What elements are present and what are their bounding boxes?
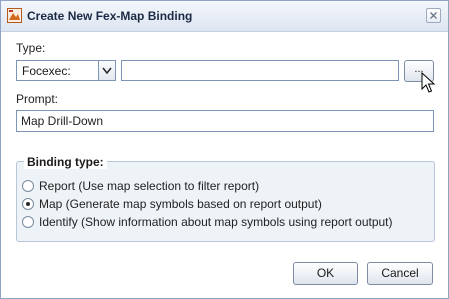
radio-label-report: Report (Use map selection to filter repo… (39, 179, 260, 193)
ok-button[interactable]: OK (293, 262, 358, 285)
close-icon (430, 12, 437, 19)
map-icon (7, 8, 22, 23)
binding-type-legend: Binding type: (24, 155, 107, 169)
focexec-path-input[interactable] (121, 60, 399, 81)
radio-button-report[interactable] (22, 180, 34, 192)
prompt-input[interactable] (16, 110, 434, 132)
prompt-label: Prompt: (16, 92, 59, 106)
mouse-pointer-icon (421, 71, 437, 96)
dialog-title: Create New Fex-Map Binding (27, 9, 193, 23)
cancel-button[interactable]: Cancel (367, 262, 433, 285)
radio-button-map[interactable] (22, 198, 34, 210)
title-bar[interactable]: Create New Fex-Map Binding (1, 1, 448, 32)
radio-label-map: Map (Generate map symbols based on repor… (39, 197, 322, 211)
radio-label-identify: Identify (Show information about map sym… (39, 215, 393, 229)
type-select-value: Focexec: (22, 64, 71, 78)
type-label: Type: (16, 41, 46, 55)
radio-selected-dot (26, 202, 30, 206)
close-button[interactable] (426, 8, 441, 23)
radio-button-identify[interactable] (22, 216, 34, 228)
dialog-window: Create New Fex-Map Binding Type: Focexec… (0, 0, 449, 299)
type-select[interactable]: Focexec: (16, 60, 116, 81)
chevron-down-icon[interactable] (98, 61, 115, 80)
